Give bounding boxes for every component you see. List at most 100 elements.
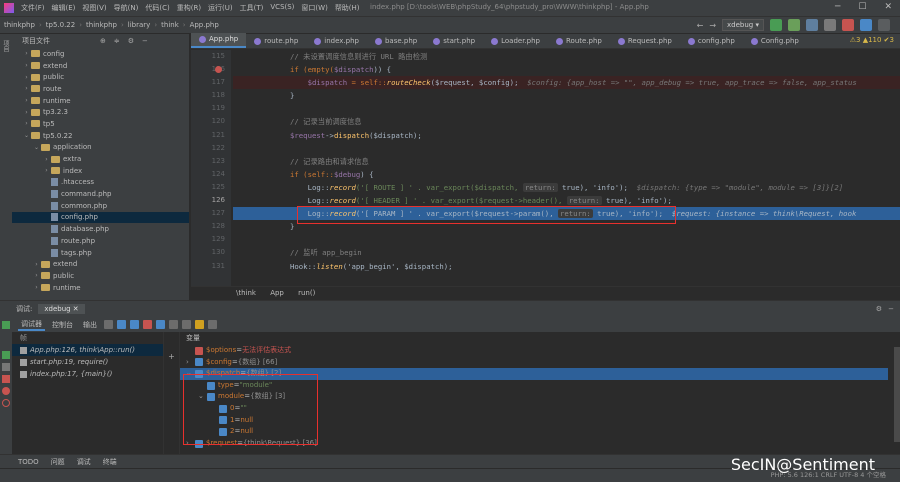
mute-breakpoints-icon[interactable]	[2, 399, 10, 407]
debug-hide-icon[interactable]: −	[888, 305, 894, 313]
editor-tab[interactable]: Loader.php	[483, 35, 548, 48]
menu-item[interactable]: VCS(S)	[270, 3, 294, 13]
menu-item[interactable]: 编辑(E)	[52, 3, 76, 13]
bottom-tool-tab[interactable]: TODO	[18, 458, 39, 466]
listen-debug-icon[interactable]	[860, 19, 872, 31]
line-number[interactable]: 117	[191, 76, 231, 89]
line-number[interactable]: 130	[191, 246, 231, 259]
nav-breadcrumb-item[interactable]: thinkphp	[82, 21, 121, 29]
tree-item[interactable]: ⌄ application	[12, 142, 189, 154]
debug-icon[interactable]	[788, 19, 800, 31]
watch-icon[interactable]	[195, 320, 204, 329]
line-number[interactable]: 116	[191, 63, 231, 76]
chevron-down-icon[interactable]: ⌄	[22, 132, 31, 139]
close-icon[interactable]: ✕	[884, 2, 892, 12]
chevron-right-icon[interactable]: ›	[22, 74, 31, 81]
settings-icon[interactable]: ⚙	[128, 37, 134, 45]
menu-item[interactable]: 导航(N)	[114, 3, 139, 13]
tree-item[interactable]: › public	[12, 270, 189, 282]
variables-scrollbar[interactable]	[894, 347, 900, 442]
editor-tab[interactable]: Request.php	[610, 35, 680, 48]
line-number[interactable]: 115	[191, 50, 231, 63]
chevron-down-icon[interactable]: ⌄	[32, 144, 41, 151]
menu-item[interactable]: 运行(U)	[208, 3, 233, 13]
editor-tab[interactable]: index.php	[306, 35, 367, 48]
line-number[interactable]: 122	[191, 142, 231, 155]
tree-item[interactable]: config.php	[12, 211, 189, 224]
search-icon[interactable]	[878, 19, 890, 31]
tree-item[interactable]: route.php	[12, 235, 189, 247]
tree-item[interactable]: › extend	[12, 60, 189, 72]
nav-breadcrumb-item[interactable]: tp5.0.22	[42, 21, 79, 29]
line-number[interactable]: 126	[191, 194, 231, 207]
editor-tab[interactable]: base.php	[367, 35, 425, 48]
tree-item[interactable]: common.php	[12, 200, 189, 212]
chevron-right-icon[interactable]: ›	[32, 284, 41, 291]
chevron-right-icon[interactable]: ›	[22, 120, 31, 127]
menu-item[interactable]: 代码(C)	[145, 3, 169, 13]
run-to-cursor-icon[interactable]	[169, 320, 178, 329]
profiler-icon[interactable]	[824, 19, 836, 31]
inspection-widget[interactable]: ⚠3 ▲110 ✔3	[850, 36, 894, 44]
editor-tab[interactable]: config.php	[680, 35, 743, 48]
nav-breadcrumb-item[interactable]: library	[124, 21, 155, 29]
tree-item[interactable]: › runtime	[12, 282, 189, 294]
line-number[interactable]: 124	[191, 168, 231, 181]
tab-debugger[interactable]: 调试器	[18, 319, 45, 331]
view-breakpoints-icon[interactable]	[2, 387, 10, 395]
variable-row[interactable]: $options = 无法评估表达式	[180, 345, 888, 357]
nav-breadcrumb-item[interactable]: App.php	[186, 21, 223, 29]
add-watch-icon[interactable]: +	[164, 352, 179, 361]
nav-breadcrumb-item[interactable]: thinkphp	[0, 21, 39, 29]
forward-icon[interactable]: →	[709, 21, 716, 30]
tab-console[interactable]: 控制台	[49, 320, 76, 330]
line-number[interactable]: 125	[191, 181, 231, 194]
menu-item[interactable]: 视图(V)	[82, 3, 106, 13]
line-number[interactable]: 123	[191, 155, 231, 168]
tab-output[interactable]: 输出	[80, 320, 100, 330]
line-number[interactable]: 127	[191, 207, 231, 220]
step-into-icon[interactable]	[130, 320, 139, 329]
chevron-right-icon[interactable]: ›	[32, 272, 41, 279]
line-number[interactable]: 119	[191, 102, 231, 115]
tree-item[interactable]: › tp3.2.3	[12, 106, 189, 118]
force-step-into-icon[interactable]	[143, 320, 152, 329]
chevron-right-icon[interactable]: ›	[22, 97, 31, 104]
menu-item[interactable]: 帮助(H)	[335, 3, 360, 13]
editor-tab[interactable]: Route.php	[548, 35, 610, 48]
maximize-icon[interactable]: ☐	[858, 2, 866, 12]
tree-item[interactable]: tags.php	[12, 247, 189, 259]
chevron-right-icon[interactable]: ›	[22, 50, 31, 57]
hide-icon[interactable]: −	[142, 37, 148, 45]
chevron-right-icon[interactable]: ›	[22, 62, 31, 69]
tree-item[interactable]: ⌄ tp5.0.22	[12, 130, 189, 142]
tree-item[interactable]: › route	[12, 83, 189, 95]
chevron-right-icon[interactable]: ›	[22, 109, 31, 116]
code-view[interactable]: // 未设置调度信息则进行 URL 路由检测 if (empty($dispat…	[233, 50, 900, 286]
tree-item[interactable]: › runtime	[12, 95, 189, 107]
project-header-label[interactable]: 项目文件	[22, 36, 50, 46]
tree-item[interactable]: › config	[12, 48, 189, 60]
line-number[interactable]: 128	[191, 220, 231, 233]
menu-item[interactable]: 重构(R)	[177, 3, 201, 13]
line-number[interactable]: 129	[191, 233, 231, 246]
chevron-right-icon[interactable]: ›	[32, 261, 41, 268]
chevron-right-icon[interactable]: ›	[42, 167, 51, 174]
editor-tab[interactable]: route.php	[246, 35, 306, 48]
chevron-right-icon[interactable]: ›	[22, 85, 31, 92]
tree-item[interactable]: database.php	[12, 223, 189, 235]
line-number[interactable]: 131	[191, 260, 231, 273]
debug-session-tab[interactable]: xdebug ✕	[38, 304, 85, 314]
stack-frame[interactable]: App.php:126, think\App::run()	[12, 344, 163, 356]
menu-item[interactable]: 文件(F)	[21, 3, 45, 13]
locate-icon[interactable]: ⊕	[100, 37, 106, 45]
bottom-tool-tab[interactable]: 调试	[77, 457, 91, 467]
editor-tab[interactable]: start.php	[425, 35, 483, 48]
bottom-tool-tab[interactable]: 问题	[51, 457, 65, 467]
stack-frame[interactable]: start.php:19, require()	[12, 356, 163, 368]
editor-breadcrumb[interactable]: \think App run()	[191, 286, 900, 300]
tree-item[interactable]: .htaccess	[12, 177, 189, 189]
chevron-right-icon[interactable]: ›	[186, 357, 195, 369]
tree-item[interactable]: › extra	[12, 153, 189, 165]
editor-tab[interactable]: App.php	[191, 33, 247, 48]
